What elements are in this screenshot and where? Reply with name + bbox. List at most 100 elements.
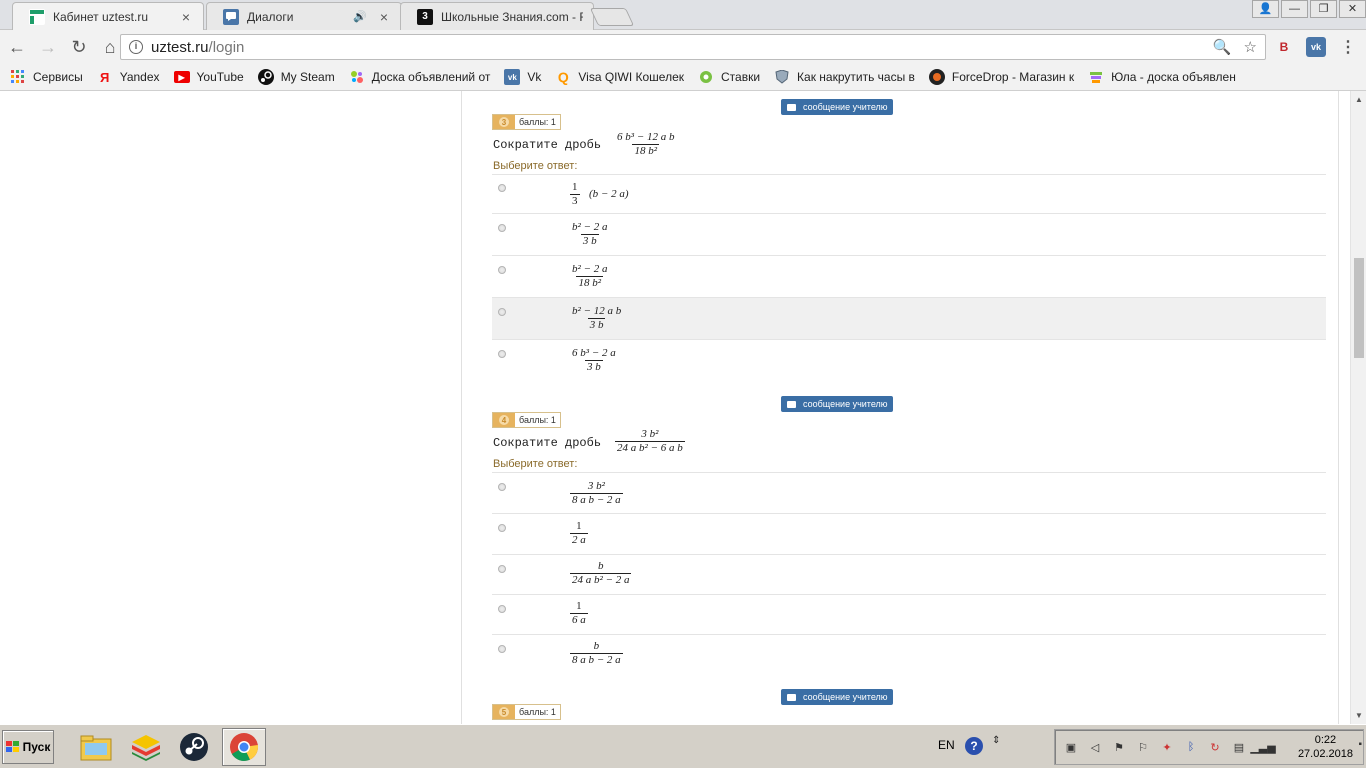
file-explorer-icon[interactable] [74,728,118,766]
help-icon[interactable]: ? [965,737,983,755]
radio-button[interactable] [498,308,506,316]
yandex-icon: Я [100,69,110,85]
bookmark-star-icon[interactable]: ☆ [1244,38,1257,56]
message-teacher-button[interactable]: сообщение учителю [781,396,893,412]
close-window-button[interactable]: ✕ [1339,0,1366,18]
scroll-down-icon[interactable]: ▼ [1355,711,1363,720]
reload-button[interactable]: ↻ [65,33,93,61]
bluetooth-icon[interactable]: ᛒ [1183,739,1199,755]
question-fraction: 6 b³ − 12 a b 18 b² [617,131,675,157]
answer-option[interactable]: b 24 a b² − 2 a [492,554,1326,594]
device-icon[interactable]: ▤ [1231,739,1247,755]
answer-option[interactable]: 3 b² 8 a b − 2 a [492,472,1326,513]
bluestacks-icon[interactable] [124,728,168,766]
language-indicator[interactable]: EN [938,738,955,752]
scroll-thumb[interactable] [1354,258,1364,358]
radio-button[interactable] [498,266,506,274]
bookmark-label: Как накрутить часы в [797,70,915,84]
bookmark-services[interactable]: Сервисы [10,69,83,85]
windows-taskbar: Пуск EN ? ⇕ ▣ ◁ ⚑ ⚐ ✦ ᛒ ↻ ▤ ▁▃▅ 0:22 27.… [0,724,1366,768]
bookmark-hours[interactable]: Как накрутить часы в [774,69,915,85]
bookmark-avito[interactable]: Доска объявлений от [349,69,490,85]
show-desktop-icon[interactable]: ▪ [1358,739,1362,750]
flag-icon[interactable]: ⚑ [1111,739,1127,755]
bookmark-vk[interactable]: vk Vk [504,69,541,85]
message-teacher-button[interactable]: сообщение учителю [781,689,893,705]
yula-icon [1088,69,1104,85]
audio-icon[interactable]: 🔊 [353,10,367,23]
bookmark-forcedrop[interactable]: ForceDrop - Магазин к [928,69,1074,85]
content-border-left [461,91,462,724]
bookmark-yula[interactable]: Юла - доска объявлен [1088,69,1236,85]
browser-toolbar: ← → ↻ ⌂ i uztest.ru/login 🔍 ☆ B vk ⋮ [0,30,1366,64]
message-teacher-button[interactable]: сообщение учителю [781,99,893,115]
radio-button[interactable] [498,483,506,491]
address-bar[interactable]: i uztest.ru/login 🔍 ☆ [120,34,1266,60]
vk-messages-icon [223,8,239,25]
bookmark-yandex[interactable]: Я Yandex [97,69,159,85]
question-number: 5 [499,707,509,717]
b-extension-icon[interactable]: B [1274,37,1294,57]
signal-icon[interactable]: ▁▃▅ [1250,739,1275,755]
sync-icon[interactable]: ↻ [1207,739,1223,755]
answer-option[interactable]: 1 2 a [492,513,1326,554]
question-number: 3 [499,117,509,127]
radio-button[interactable] [498,524,506,532]
tray-expand-icon[interactable]: ⇕ [992,735,1000,746]
minimize-button[interactable]: — [1281,0,1308,18]
bookmark-steam[interactable]: My Steam [257,69,335,85]
start-button[interactable]: Пуск [2,730,54,764]
chrome-icon[interactable] [222,728,266,766]
answer-option[interactable]: b² − 2 a 18 b² [492,255,1326,297]
network-adapter-icon[interactable]: ▣ [1063,739,1079,755]
option-fraction: 1 6 a [570,600,588,626]
vk-extension-icon[interactable]: vk [1306,37,1326,57]
zoom-icon[interactable]: 🔍 [1213,38,1232,56]
clock-time: 0:22 [1314,734,1337,746]
radio-button[interactable] [498,350,506,358]
flag-alert-icon[interactable]: ⚐ [1135,739,1151,755]
bookmark-label: Visa QIWI Кошелек [578,70,684,84]
radio-button[interactable] [498,645,506,653]
radio-button[interactable] [498,224,506,232]
page-scrollbar[interactable]: ▲ ▼ [1350,91,1366,724]
tab-znania[interactable]: 3 Школьные Знания.com - F [400,2,594,30]
scroll-up-icon[interactable]: ▲ [1355,95,1363,104]
bluestacks-tray-icon[interactable]: ✦ [1159,739,1175,755]
volume-icon[interactable]: ◁ [1087,739,1103,755]
steam-app-icon[interactable] [172,728,216,766]
question-score: 5 баллы: 1 [492,704,561,720]
bookmark-label: Сервисы [33,70,83,84]
radio-button[interactable] [498,184,506,192]
option-tail: (b − 2 a) [589,188,629,200]
close-icon[interactable]: × [179,9,193,25]
bookmark-label: My Steam [280,70,335,84]
radio-button[interactable] [498,565,506,573]
answer-option[interactable]: b 8 a b − 2 a [492,634,1326,674]
forward-button[interactable]: → [34,33,62,61]
bookmark-youtube[interactable]: ▶ YouTube [173,70,244,84]
bookmark-bets[interactable]: Ставки [698,69,760,85]
answer-option[interactable]: 6 b³ − 2 a 3 b [492,339,1326,381]
info-icon[interactable]: i [129,40,143,54]
answer-option[interactable]: b² − 2 a 3 b [492,213,1326,255]
bookmark-qiwi[interactable]: Q Visa QIWI Кошелек [555,69,684,85]
answer-hint: Выберите ответ: [493,160,578,172]
back-button[interactable]: ← [3,33,31,61]
user-icon[interactable]: 👤 [1252,0,1279,18]
answer-option[interactable]: 1 3 (b − 2 a) [492,174,1326,213]
bookmark-label: Ставки [721,70,761,84]
tab-dialogs[interactable]: Диалоги 🔊 × [206,2,402,30]
tab-uztest[interactable]: Кабинет uztest.ru × [12,2,204,31]
close-icon[interactable]: × [377,9,391,25]
speech-bubble-icon [787,693,796,701]
option-fraction: b² − 2 a 18 b² [572,263,608,289]
menu-icon[interactable]: ⋮ [1338,37,1358,57]
restore-button[interactable]: ❐ [1310,0,1337,18]
radio-button[interactable] [498,605,506,613]
new-tab-button[interactable] [589,8,635,26]
windows-logo-icon [5,741,19,752]
answer-option[interactable]: b² − 12 a b 3 b [492,297,1326,339]
clock[interactable]: 0:22 27.02.2018 [1298,733,1353,761]
answer-option[interactable]: 1 6 a [492,594,1326,634]
